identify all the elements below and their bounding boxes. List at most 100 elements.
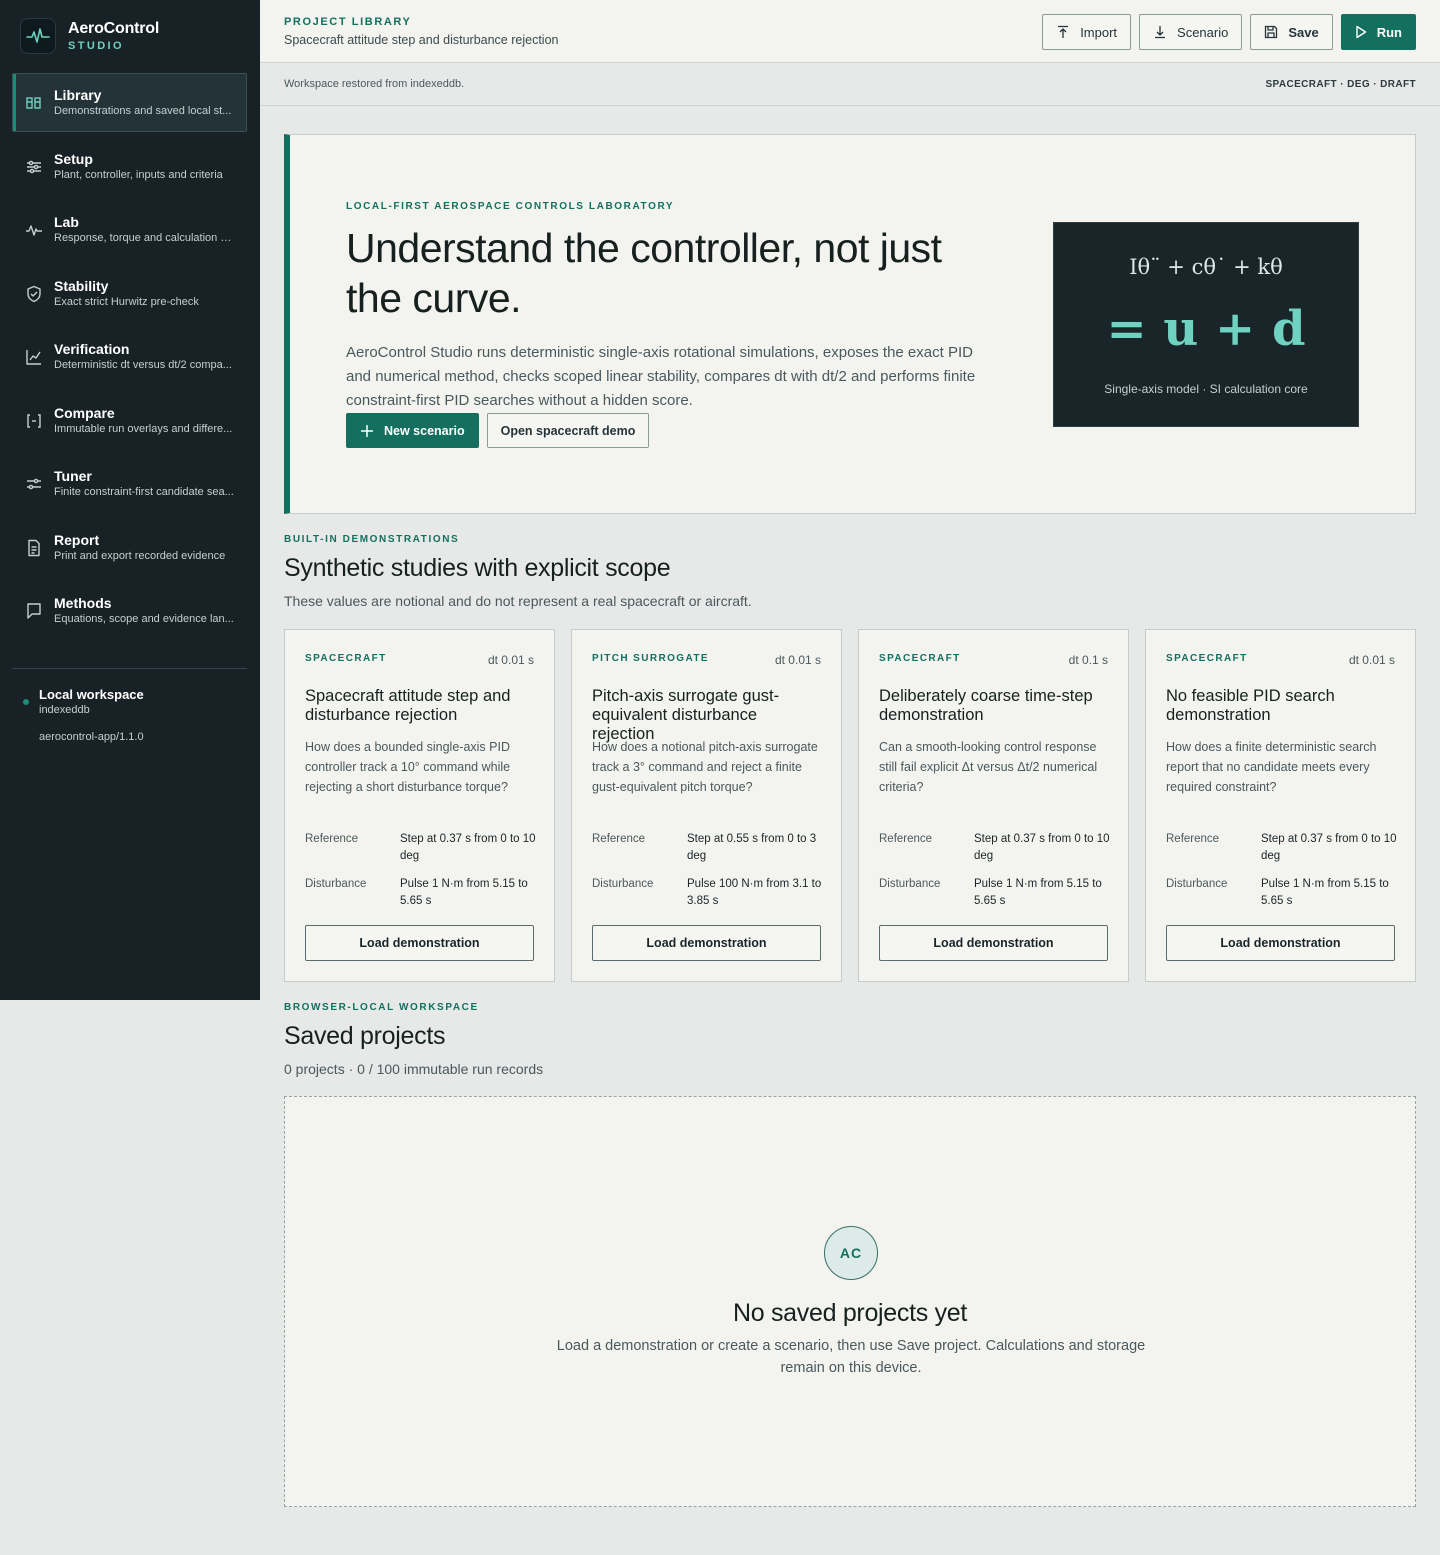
workspace-status: Local workspace indexeddb aerocontrol-ap…	[20, 686, 144, 745]
save-button[interactable]: Save	[1250, 14, 1333, 50]
sidebar-item-label: Compare	[54, 404, 115, 421]
empty-description: Load a demonstration or create a scenari…	[556, 1338, 1146, 1376]
sidebar-item-desc: Immutable run overlays and differe...	[54, 422, 233, 435]
hero-title: Understand the controller, not just the …	[346, 225, 942, 321]
upload-icon	[1058, 25, 1069, 38]
sidebar-item-methods[interactable]: Methods Equations, scope and evidence la…	[12, 581, 247, 640]
load-demonstration-button[interactable]: Load demonstration	[305, 925, 534, 961]
sidebar-item-label: Lab	[54, 214, 79, 230]
sidebar-item-setup[interactable]: Setup Plant, controller, inputs and crit…	[12, 137, 247, 196]
reference-label: Reference	[1166, 833, 1220, 845]
sliders-icon	[27, 160, 41, 173]
status-tags: SPACECRAFT · DEG · DRAFT	[1265, 79, 1416, 90]
tuner-icon	[27, 478, 41, 490]
saved-kicker: BROWSER-LOCAL WORKSPACE	[284, 1002, 479, 1013]
save-label: Save	[1288, 24, 1319, 40]
app-version: aerocontrol-app/1.1.0	[39, 731, 144, 743]
sidebar-item-desc: Print and export recorded evidence	[54, 549, 226, 562]
disturbance-value: Pulse 1 N·m from 5.15 to 5.65 s	[1261, 878, 1389, 907]
import-label: Import	[1080, 24, 1118, 40]
demo-disturbance-row: Disturbance Pulse 1 N·m from 5.15 to 5.6…	[1166, 876, 1398, 910]
demo-kind: PITCH SURROGATE	[592, 653, 709, 664]
sidebar-item-tuner[interactable]: Tuner Finite constraint-first candidate …	[12, 454, 247, 513]
demo-kind: SPACECRAFT	[1166, 653, 1248, 664]
load-demonstration-button[interactable]: Load demonstration	[1166, 925, 1395, 961]
reference-label: Reference	[879, 833, 933, 845]
demo-disturbance-row: Disturbance Pulse 1 N·m from 5.15 to 5.6…	[305, 876, 537, 910]
page-kicker: PROJECT LIBRARY	[284, 16, 412, 28]
chart-icon	[26, 350, 41, 365]
demo-title: Spacecraft attitude step and disturbance…	[305, 687, 511, 724]
load-demonstration-button[interactable]: Load demonstration	[592, 925, 821, 961]
sidebar-item-label: Verification	[54, 341, 130, 357]
workspace-storage: indexeddb	[39, 704, 90, 716]
brand-name: AeroControl	[68, 20, 160, 37]
demo-timestep: dt 0.1 s	[1068, 653, 1108, 667]
demo-disturbance-row: Disturbance Pulse 100 N·m from 3.1 to 3.…	[592, 876, 824, 910]
equation-card: Iθ¨ + cθ˙ + kθ = u + d Single-axis model…	[1053, 222, 1359, 427]
demo-timestep: dt 0.01 s	[487, 653, 534, 667]
demo-question: How does a bounded single-axis PID contr…	[305, 740, 511, 794]
scenario-label: Scenario	[1177, 24, 1229, 40]
disturbance-value: Pulse 100 N·m from 3.1 to 3.85 s	[687, 878, 822, 907]
sidebar-item-desc: Response, torque and calculation e...	[54, 232, 234, 244]
plus-icon	[361, 424, 373, 437]
demo-card: SPACECRAFT dt 0.01 s No feasible PID sea…	[1145, 629, 1416, 982]
disturbance-label: Disturbance	[305, 878, 367, 890]
sidebar-item-label: Methods	[54, 595, 112, 611]
sidebar-item-report[interactable]: Report Print and export recorded evidenc…	[12, 518, 247, 577]
sidebar-item-desc: Demonstrations and saved local st...	[54, 105, 232, 117]
disturbance-label: Disturbance	[879, 878, 941, 890]
disturbance-label: Disturbance	[1166, 878, 1228, 890]
demos-title: Synthetic studies with explicit scope	[284, 554, 671, 582]
scenario-button[interactable]: Scenario	[1139, 14, 1243, 50]
disturbance-value: Pulse 1 N·m from 5.15 to 5.65 s	[400, 878, 528, 907]
demos-subtitle: These values are notional and do not rep…	[284, 593, 752, 609]
sidebar-divider	[12, 668, 247, 669]
sidebar-item-desc: Finite constraint-first candidate sea...	[54, 486, 234, 498]
run-button[interactable]: Run	[1340, 14, 1416, 50]
pulse-icon	[26, 225, 42, 236]
brand-subtitle: STUDIO	[68, 40, 124, 52]
demo-question: Can a smooth-looking control response st…	[879, 740, 1098, 794]
sidebar-item-lab[interactable]: Lab Response, torque and calculation e..…	[12, 200, 247, 259]
sidebar: AeroControl STUDIO Library Demonstration…	[0, 0, 260, 1000]
sidebar-item-stability[interactable]: Stability Exact strict Hurwitz pre-check	[12, 264, 247, 323]
demo-question: How does a notional pitch-axis surrogate…	[592, 740, 818, 794]
reference-label: Reference	[305, 833, 359, 845]
disturbance-value: Pulse 1 N·m from 5.15 to 5.65 s	[974, 878, 1102, 907]
brand[interactable]: AeroControl STUDIO	[20, 18, 159, 54]
reference-value: Step at 0.55 s from 0 to 3 deg	[687, 833, 817, 862]
play-icon	[1356, 25, 1366, 39]
equation-line-2: = u + d	[1106, 301, 1306, 357]
demos-kicker: BUILT-IN DEMONSTRATIONS	[284, 534, 460, 545]
topbar: PROJECT LIBRARY Spacecraft attitude step…	[260, 0, 1440, 63]
demo-disturbance-row: Disturbance Pulse 1 N·m from 5.15 to 5.6…	[879, 876, 1111, 910]
demo-title: No feasible PID search demonstration	[1166, 687, 1335, 724]
sidebar-item-library[interactable]: Library Demonstrations and saved local s…	[12, 73, 247, 132]
demo-kind: SPACECRAFT	[305, 653, 387, 664]
sidebar-item-compare[interactable]: Compare Immutable run overlays and diffe…	[12, 391, 247, 450]
new-scenario-button[interactable]: New scenario	[346, 413, 479, 448]
sidebar-item-label: Tuner	[54, 468, 92, 484]
ac-badge-icon: AC	[824, 1226, 878, 1280]
document-icon	[28, 539, 40, 556]
open-spacecraft-demo-button[interactable]: Open spacecraft demo	[486, 413, 650, 448]
sidebar-nav: Library Demonstrations and saved local s…	[12, 73, 247, 645]
hero-panel: LOCAL-FIRST AEROSPACE CONTROLS LABORATOR…	[284, 134, 1416, 514]
demo-card: SPACECRAFT dt 0.1 s Deliberately coarse …	[858, 629, 1129, 982]
demo-reference-row: Reference Step at 0.55 s from 0 to 3 deg	[592, 831, 824, 865]
reference-value: Step at 0.37 s from 0 to 10 deg	[974, 833, 1110, 862]
sidebar-item-verification[interactable]: Verification Deterministic dt versus dt/…	[12, 327, 247, 386]
equation-caption: Single-axis model · SI calculation core	[1104, 382, 1308, 396]
import-button[interactable]: Import	[1042, 14, 1132, 50]
saved-projects-empty-state: AC No saved projects yet Load a demonstr…	[284, 1096, 1416, 1507]
demo-reference-row: Reference Step at 0.37 s from 0 to 10 de…	[1166, 831, 1398, 865]
aerocontrol-logo-icon	[20, 18, 56, 54]
comment-icon	[27, 603, 41, 619]
demo-title: Deliberately coarse time-step demonstrat…	[879, 687, 1093, 724]
demo-title: Pitch-axis surrogate gust-equivalent dis…	[592, 687, 780, 743]
demo-card: SPACECRAFT dt 0.01 s Spacecraft attitude…	[284, 629, 555, 982]
load-demonstration-button[interactable]: Load demonstration	[879, 925, 1108, 961]
empty-title: No saved projects yet	[732, 1299, 968, 1327]
